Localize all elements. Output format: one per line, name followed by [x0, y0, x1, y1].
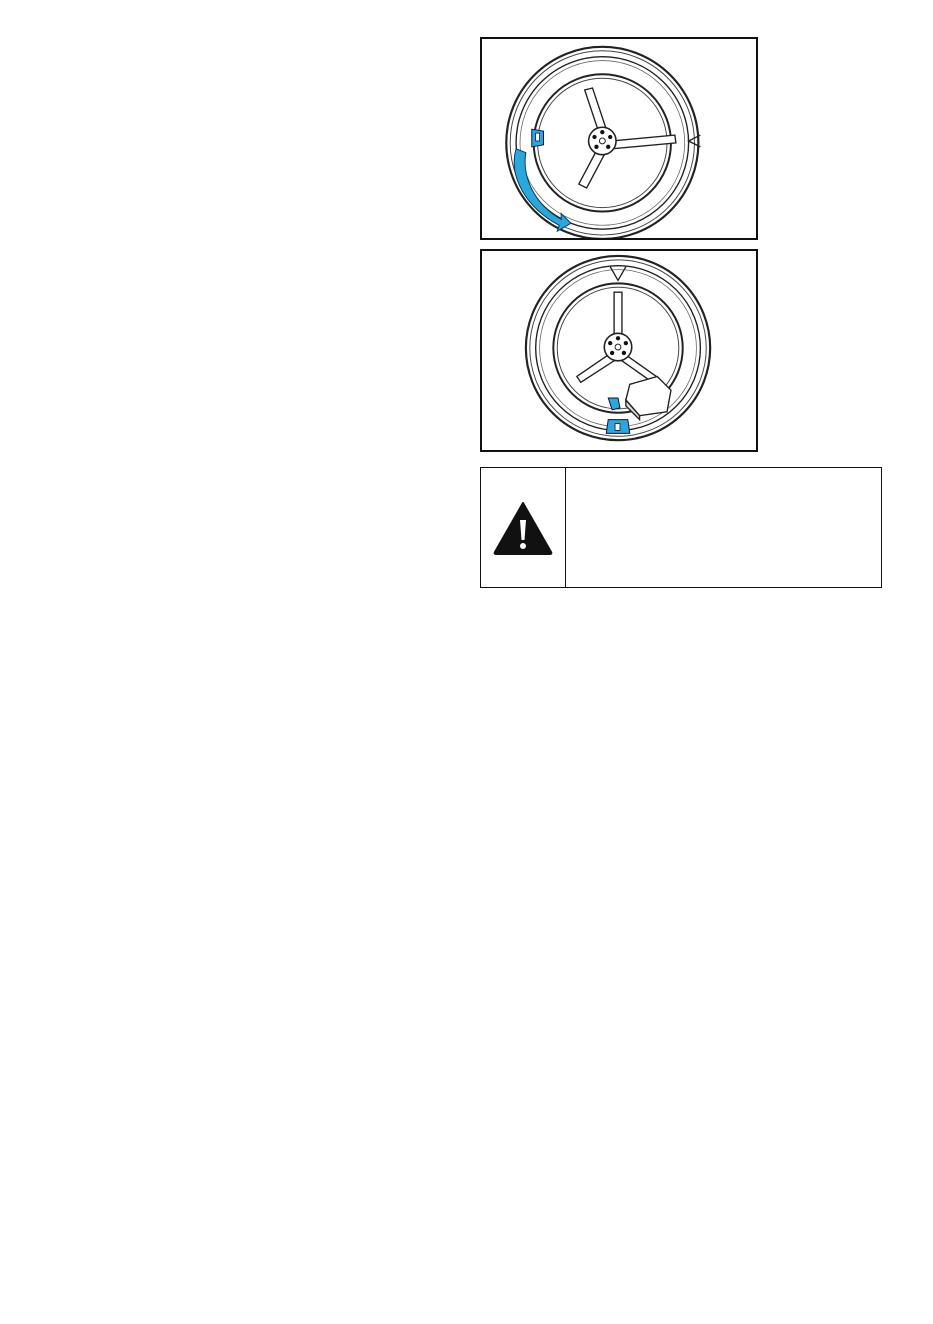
warning-text [566, 468, 881, 587]
warning-icon-cell [481, 468, 566, 587]
warning-box [480, 467, 882, 588]
drum-rotation-figure [480, 37, 758, 240]
warning-triangle-icon [493, 501, 553, 555]
drum-paddle-figure [480, 249, 758, 452]
drum-paddle-illustration [524, 254, 712, 442]
drum-rotation-illustration [505, 45, 701, 238]
